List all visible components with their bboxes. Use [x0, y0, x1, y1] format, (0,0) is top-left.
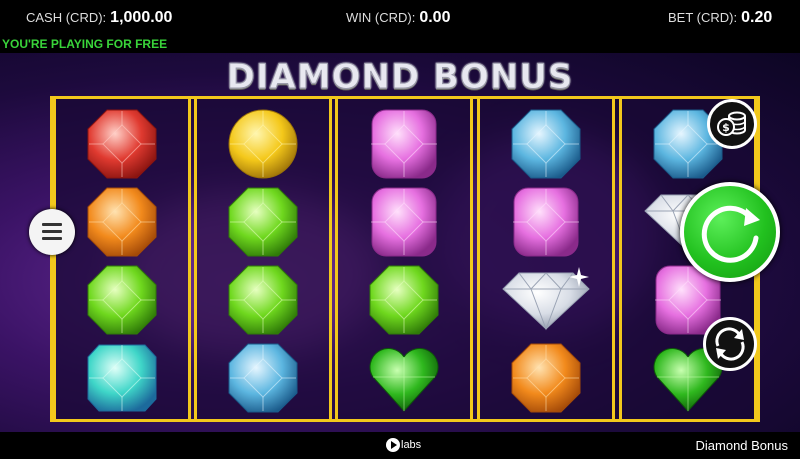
bet-value: 0.20 — [741, 9, 773, 26]
pink-gem-symbol — [509, 185, 583, 259]
pink-gem-symbol — [367, 107, 441, 181]
svg-text:$: $ — [722, 121, 730, 134]
red-gem-symbol — [85, 107, 159, 181]
win-display: WIN (CRD): 0.00 — [346, 9, 450, 27]
reel-grid[interactable] — [50, 96, 760, 422]
reel-2 — [194, 99, 332, 419]
reel-4 — [477, 99, 615, 419]
top-bar: CASH (CRD): 1,000.00 WIN (CRD): 0.00 BET (… — [0, 0, 800, 36]
blue-gem-symbol — [509, 107, 583, 181]
win-label: WIN (CRD): — [346, 10, 416, 25]
win-value: 0.00 — [419, 9, 451, 26]
cash-label: CASH (CRD): — [26, 10, 107, 25]
provider-brand-text: labs — [401, 439, 422, 451]
bet-button[interactable]: $ — [707, 99, 757, 149]
spin-button[interactable] — [680, 182, 780, 282]
blue-gem-symbol — [226, 341, 300, 415]
diamond-symbol — [502, 263, 590, 337]
coin-stack-icon: $ — [717, 111, 746, 136]
spin-arrow-icon — [701, 205, 760, 263]
green-gem-symbol — [226, 263, 300, 337]
green-gem-symbol — [226, 185, 300, 259]
game-title: DIAMOND BONUS — [226, 57, 574, 98]
bet-display: BET (CRD): 0.20 — [668, 9, 772, 27]
cyan-square-gem-symbol — [85, 341, 159, 415]
reel-3 — [335, 99, 473, 419]
bottom-bar: labs Diamond Bonus — [0, 432, 800, 459]
free-play-banner: YOU'RE PLAYING FOR FREE — [2, 37, 168, 51]
footer-game-name: Diamond Bonus — [695, 438, 789, 453]
menu-button[interactable] — [29, 209, 75, 255]
cash-value: 1,000.00 — [110, 9, 173, 26]
reel-1 — [53, 99, 191, 419]
autoplay-button[interactable] — [703, 317, 757, 371]
orange-gem-symbol — [85, 185, 159, 259]
green-gem-symbol — [367, 263, 441, 337]
cash-display: CASH (CRD): 1,000.00 — [26, 9, 172, 27]
green-heart-gem-symbol — [367, 341, 441, 415]
orange-gem-symbol — [509, 341, 583, 415]
autoplay-arrows-icon — [715, 327, 745, 361]
bet-label: BET (CRD): — [668, 10, 738, 25]
green-gem-symbol — [85, 263, 159, 337]
provider-brand: labs — [386, 438, 421, 452]
yellow-gem-symbol — [226, 107, 300, 181]
hamburger-icon — [42, 223, 62, 226]
provider-logo-icon — [386, 438, 400, 452]
pink-gem-symbol — [367, 185, 441, 259]
game-stage: DIAMOND BONUS — [0, 53, 800, 432]
